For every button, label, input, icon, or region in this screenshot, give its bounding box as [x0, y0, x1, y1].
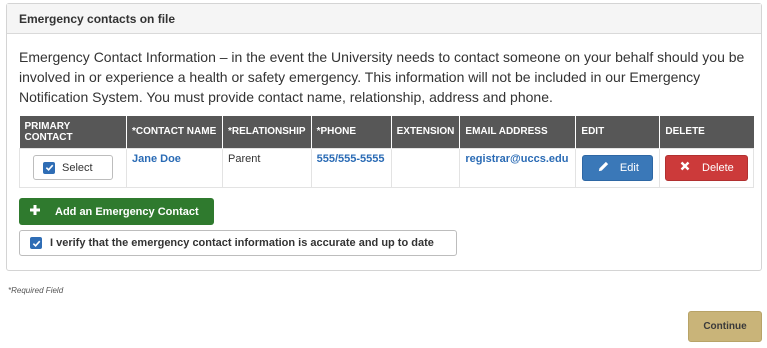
pencil-icon [597, 160, 610, 176]
column-header-relationship: *RELATIONSHIP [222, 116, 312, 148]
edit-label: Edit [619, 161, 639, 174]
plus-icon [29, 204, 41, 219]
phone-link[interactable]: 555/555-5555 [317, 153, 385, 165]
close-icon [680, 161, 690, 174]
cell-primary-contact: Select [19, 147, 127, 188]
column-header-edit: EDIT [575, 116, 661, 148]
add-contact-button[interactable]: Add an Emergency Contact [19, 198, 214, 225]
verify-checkbox[interactable] [30, 237, 42, 249]
emergency-contacts-panel: Emergency contacts on file Emergency Con… [6, 3, 762, 271]
checkbox-checked-icon [43, 161, 55, 174]
column-header-primary-line1: PRIMARY [24, 120, 71, 132]
column-header-phone: *PHONE [311, 116, 392, 148]
cell-edit: Edit [575, 147, 661, 188]
cell-relationship: Parent [222, 147, 312, 188]
column-header-primary-line2: CONTACT [24, 131, 73, 143]
table-header-row: PRIMARY CONTACT *CONTACT NAME *RELATIONS… [19, 116, 754, 148]
select-label: Select [62, 161, 93, 174]
cell-extension [390, 147, 461, 188]
continue-label: Continue [703, 321, 747, 332]
delete-label: Delete [702, 161, 734, 174]
column-header-contact-name: *CONTACT NAME [126, 116, 223, 148]
email-link[interactable]: registrar@uccs.edu [465, 153, 568, 165]
column-header-extension: EXTENSION [391, 116, 461, 148]
panel-title: Emergency contacts on file [19, 11, 176, 26]
verify-checkbox-row[interactable]: I verify that the emergency contact info… [19, 230, 457, 256]
add-contact-label: Add an Emergency Contact [55, 205, 199, 218]
continue-button[interactable]: Continue [688, 311, 762, 342]
column-header-delete: DELETE [659, 116, 754, 148]
panel-description: Emergency Contact Information – in the e… [19, 49, 745, 105]
cell-email: registrar@uccs.edu [459, 147, 577, 188]
cell-contact-name: Jane Doe [126, 147, 223, 188]
panel-header: Emergency contacts on file [7, 4, 761, 34]
contacts-table: PRIMARY CONTACT *CONTACT NAME *RELATIONS… [19, 116, 755, 188]
column-header-primary-contact: PRIMARY CONTACT [19, 116, 127, 148]
delete-button[interactable]: Delete [665, 154, 749, 181]
required-field-note: *Required Field [8, 286, 64, 295]
select-primary-button[interactable]: Select [33, 155, 113, 180]
cell-phone: 555/555-5555 [310, 147, 392, 188]
column-header-email: EMAIL ADDRESS [459, 116, 577, 148]
verify-label: I verify that the emergency contact info… [50, 237, 434, 249]
edit-button[interactable]: Edit [582, 154, 654, 181]
cell-delete: Delete [659, 147, 755, 188]
contact-name-link[interactable]: Jane Doe [132, 153, 181, 165]
table-row: Select Jane Doe Parent 555/555-5555 regi… [19, 147, 755, 188]
